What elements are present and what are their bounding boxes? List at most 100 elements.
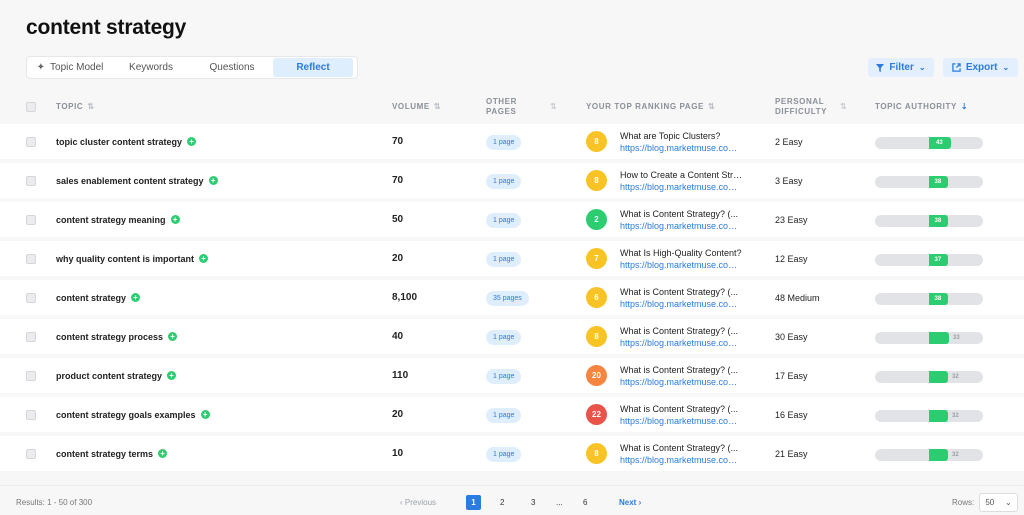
- row-checkbox[interactable]: [26, 137, 36, 147]
- row-checkbox[interactable]: [26, 176, 36, 186]
- other-pages-badge[interactable]: 1 page: [486, 330, 522, 345]
- volume-cell: 110: [392, 370, 409, 381]
- page-url-link[interactable]: https://blog.marketmuse.com/what-is-cont…: [620, 416, 744, 426]
- add-topic-icon[interactable]: +: [167, 371, 177, 380]
- authority-bar: 43: [875, 137, 983, 149]
- add-topic-icon[interactable]: +: [131, 293, 141, 302]
- table-row[interactable]: topic cluster content strategy +70 1 page 8…: [0, 124, 1024, 159]
- tab-questions[interactable]: Questions: [191, 58, 273, 77]
- authority-fill: [929, 410, 948, 422]
- row-checkbox[interactable]: [26, 215, 36, 225]
- column-header-topic[interactable]: TOPIC ⇅: [56, 102, 95, 112]
- page-url-link[interactable]: https://blog.marketmuse.com/high-quality…: [620, 260, 744, 270]
- authority-bar: 33: [875, 332, 983, 344]
- table-row[interactable]: content strategy meaning +50 1 page 2 What i…: [0, 202, 1024, 237]
- column-header-other-pages[interactable]: OTHER PAGES: [486, 97, 517, 117]
- topic-cell[interactable]: content strategy terms +: [56, 436, 168, 471]
- page-title-text: What is Content Strategy? (...: [620, 326, 739, 336]
- table-row[interactable]: content strategy terms +10 1 page 8 What is …: [0, 436, 1024, 471]
- tab-keywords[interactable]: Keywords: [111, 58, 191, 77]
- page-url-link[interactable]: https://blog.marketmuse.com/topic-cluste…: [620, 143, 744, 153]
- authority-value: 32: [952, 452, 959, 458]
- chevron-down-icon: ⌄: [1002, 63, 1010, 72]
- other-pages-badge[interactable]: 1 page: [486, 174, 522, 189]
- row-checkbox[interactable]: [26, 410, 36, 420]
- table-row[interactable]: why quality content is important +20 1 pag…: [0, 241, 1024, 276]
- difficulty-cell: 3 Easy: [775, 175, 803, 186]
- add-topic-icon[interactable]: +: [168, 332, 178, 341]
- topic-cell[interactable]: sales enablement content strategy +: [56, 163, 218, 198]
- add-topic-icon[interactable]: +: [170, 215, 180, 224]
- topic-cell[interactable]: topic cluster content strategy +: [56, 124, 197, 159]
- page-button-1[interactable]: 1: [466, 495, 481, 510]
- topic-cell[interactable]: content strategy meaning +: [56, 202, 180, 237]
- add-topic-icon[interactable]: +: [199, 254, 209, 263]
- table-row[interactable]: product content strategy +110 1 page 20 What…: [0, 358, 1024, 393]
- authority-bar: 32: [875, 449, 983, 461]
- row-checkbox[interactable]: [26, 371, 36, 381]
- column-header-authority[interactable]: TOPIC AUTHORITY ⇣: [875, 102, 968, 112]
- volume-cell: 10: [392, 448, 404, 459]
- tab-reflect[interactable]: Reflect: [273, 58, 353, 77]
- sort-icon[interactable]: ⇅: [840, 102, 847, 111]
- page-url-link[interactable]: https://blog.marketmuse.com/what-is-cont…: [620, 299, 744, 309]
- next-page-button[interactable]: Next ›: [619, 495, 641, 510]
- topic-cell[interactable]: product content strategy +: [56, 358, 177, 393]
- difficulty-cell: 17 Easy: [775, 370, 808, 381]
- column-header-volume[interactable]: VOLUME ⇅: [392, 102, 441, 112]
- page-url-link[interactable]: https://blog.marketmuse.com/what-is-cont…: [620, 377, 744, 387]
- chevron-right-icon: ›: [636, 498, 642, 507]
- header-label: OTHER: [486, 97, 517, 106]
- other-pages-badge[interactable]: 1 page: [486, 135, 522, 150]
- table-row[interactable]: sales enablement content strategy +70 1 pa…: [0, 163, 1024, 198]
- other-pages-badge[interactable]: 1 page: [486, 213, 522, 228]
- topic-cell[interactable]: content strategy process +: [56, 319, 178, 354]
- topic-cell[interactable]: why quality content is important +: [56, 241, 209, 276]
- rank-badge: 20: [586, 365, 607, 386]
- topic-cell[interactable]: content strategy goals examples +: [56, 397, 210, 432]
- add-topic-icon[interactable]: +: [208, 176, 218, 185]
- topic-name: content strategy goals examples: [56, 409, 196, 420]
- other-pages-badge[interactable]: 35 pages: [486, 291, 529, 306]
- pagination-bar: Results: 1 - 50 of 300 ‹ Previous 1 2 3 …: [0, 485, 1024, 515]
- rank-badge: 8: [586, 443, 607, 464]
- add-topic-icon[interactable]: +: [187, 137, 197, 146]
- row-checkbox[interactable]: [26, 449, 36, 459]
- difficulty-cell: 2 Easy: [775, 136, 803, 147]
- topic-cell[interactable]: content strategy +: [56, 280, 141, 315]
- add-topic-icon[interactable]: +: [200, 410, 210, 419]
- difficulty-cell: 23 Easy: [775, 214, 808, 225]
- page-button-3[interactable]: 3: [531, 495, 535, 510]
- other-pages-badge[interactable]: 1 page: [486, 252, 522, 267]
- add-topic-icon[interactable]: +: [158, 449, 168, 458]
- select-all-checkbox[interactable]: [26, 102, 36, 112]
- page-url-link[interactable]: https://blog.marketmuse.com/what-is-cont…: [620, 221, 744, 231]
- table-row[interactable]: content strategy process +40 1 page 8 What i…: [0, 319, 1024, 354]
- page-button-6[interactable]: 6: [583, 495, 587, 510]
- row-checkbox[interactable]: [26, 332, 36, 342]
- row-checkbox[interactable]: [26, 293, 36, 303]
- page-button-2[interactable]: 2: [500, 495, 504, 510]
- rank-badge: 8: [586, 326, 607, 347]
- previous-page-button[interactable]: ‹ Previous: [400, 495, 436, 510]
- table-row[interactable]: content strategy +8,100 35 pages 6 What is C…: [0, 280, 1024, 315]
- export-button[interactable]: Export ⌄: [943, 58, 1018, 77]
- table-header: TOPIC ⇅ VOLUME ⇅ OTHER PAGES ⇅ YOUR TOP RAN…: [0, 90, 1024, 124]
- difficulty-cell: 21 Easy: [775, 448, 808, 459]
- header-label: TOPIC AUTHORITY: [875, 102, 957, 111]
- tab-topic-model[interactable]: ✦ Topic Model: [29, 58, 111, 77]
- row-checkbox[interactable]: [26, 254, 36, 264]
- page-url-link[interactable]: https://blog.marketmuse.com/what-is-cont…: [620, 338, 744, 348]
- other-pages-badge[interactable]: 1 page: [486, 447, 522, 462]
- other-pages-badge[interactable]: 1 page: [486, 369, 522, 384]
- column-header-difficulty[interactable]: PERSONAL DIFFICULTY: [775, 97, 827, 117]
- rows-per-page-select[interactable]: 50 ⌄: [979, 493, 1018, 512]
- page-url-link[interactable]: https://blog.marketmuse.com/what-is-cont…: [620, 455, 744, 465]
- filter-button[interactable]: Filter ⌄: [868, 58, 934, 77]
- other-pages-badge[interactable]: 1 page: [486, 408, 522, 423]
- tab-label: Questions: [209, 62, 255, 73]
- page-url-link[interactable]: https://blog.marketmuse.com/content-stra…: [620, 182, 744, 192]
- sort-icon[interactable]: ⇅: [550, 102, 557, 111]
- column-header-top-page[interactable]: YOUR TOP RANKING PAGE ⇅: [586, 102, 715, 112]
- table-row[interactable]: content strategy goals examples +20 1 page…: [0, 397, 1024, 432]
